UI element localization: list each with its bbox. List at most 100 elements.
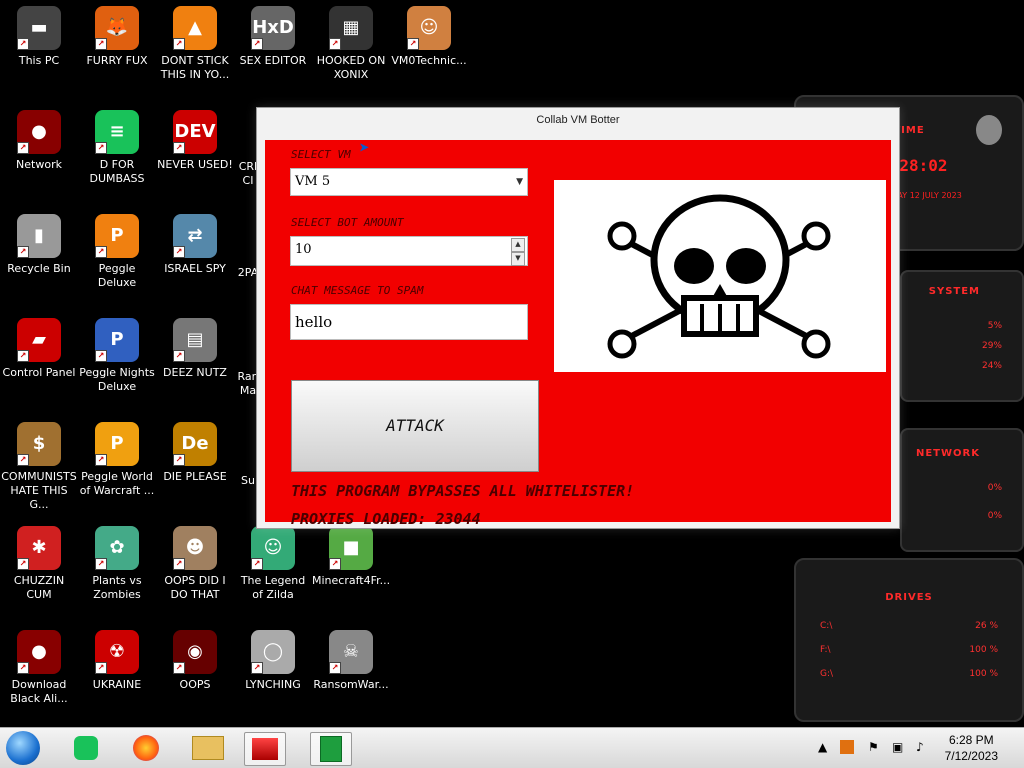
desktop-app-icon: ● ↗ xyxy=(17,630,61,674)
shortcut-arrow-icon: ↗ xyxy=(173,246,185,258)
shortcut-arrow-icon: ↗ xyxy=(407,38,419,50)
desktop-icon[interactable]: ▬ ↗ This PC xyxy=(0,6,78,68)
desktop-app-icon: ✿ ↗ xyxy=(95,526,139,570)
desktop-icon[interactable]: ☻ ↗ OOPS DID I DO THAT xyxy=(156,526,234,602)
collab-vm-botter-window[interactable]: Collab VM Botter SELECT VM ➤ VM 5 ▼ SELE… xyxy=(256,107,900,529)
desktop-icon[interactable]: 🦊 ↗ FURRY FUX xyxy=(78,6,156,68)
drive-row: C:\ 26 % xyxy=(796,621,1022,631)
shortcut-arrow-icon: ↗ xyxy=(173,558,185,570)
folder-icon xyxy=(192,736,224,760)
desktop-app-icon: ● ↗ xyxy=(17,110,61,154)
desktop-app-icon: ☠ ↗ xyxy=(329,630,373,674)
desktop-icon[interactable]: DEV ↗ NEVER USED! xyxy=(156,110,234,172)
desktop-icon[interactable]: ▤ ↗ DEEZ NUTZ xyxy=(156,318,234,380)
chat-message-value: hello xyxy=(295,313,333,331)
bot-amount-label: SELECT BOT AMOUNT xyxy=(291,216,404,229)
desktop-app-icon: ▲ ↗ xyxy=(173,6,217,50)
flag-icon[interactable]: ⚑ xyxy=(868,740,879,754)
desktop-icon[interactable]: ◯ ↗ LYNCHING xyxy=(234,630,312,692)
desktop-icon[interactable]: ✿ ↗ Plants vs Zombies xyxy=(78,526,156,602)
desktop-icon-label: The Legend of Zilda xyxy=(240,574,306,601)
desktop-app-icon: ☺ ↗ xyxy=(251,526,295,570)
desktop-icon[interactable]: ▲ ↗ DONT STICK THIS IN YO... xyxy=(156,6,234,82)
drives-gadget[interactable]: DRIVES C:\ 26 % F:\ 100 % G:\ 100 % xyxy=(794,558,1024,722)
stepper-down-icon[interactable]: ▼ xyxy=(511,252,525,266)
taskbar-app-calculator[interactable] xyxy=(310,732,352,766)
tray-chevron-up-icon[interactable]: ▲ xyxy=(818,740,827,754)
desktop-icon-label: OOPS DID I DO THAT xyxy=(164,574,226,601)
network-value: 0% xyxy=(987,483,1002,493)
desktop-icon[interactable]: ▮ ↗ Recycle Bin xyxy=(0,214,78,276)
desktop-icon[interactable]: $ ↗ COMMUNISTS HATE THIS G... xyxy=(0,422,78,512)
desktop-app-icon: De ↗ xyxy=(173,422,217,466)
shortcut-arrow-icon: ↗ xyxy=(173,350,185,362)
desktop-icon[interactable]: P ↗ Peggle Deluxe xyxy=(78,214,156,290)
skull-crossbones-icon xyxy=(607,194,831,359)
taskbar-app-botter[interactable] xyxy=(244,732,286,766)
desktop-app-icon: ☻ ↗ xyxy=(173,526,217,570)
desktop-icon[interactable]: ▦ ↗ HOOKED ON XONIX xyxy=(312,6,390,82)
desktop-app-icon: ▬ ↗ xyxy=(17,6,61,50)
desktop-icon[interactable]: ☺ ↗ The Legend of Zilda xyxy=(234,526,312,602)
taskbar-app-explorer[interactable] xyxy=(188,732,228,764)
network-gadget[interactable]: NETWORK 0% 0% xyxy=(900,428,1024,552)
desktop-icon-label: OOPS xyxy=(179,678,211,691)
vm-select[interactable]: VM 5 ▼ xyxy=(290,168,528,196)
network-icon[interactable]: ▣ xyxy=(892,740,903,754)
desktop-icon[interactable]: HxD ↗ SEX EDITOR xyxy=(234,6,312,68)
desktop-icon[interactable]: De ↗ DIE PLEASE xyxy=(156,422,234,484)
attack-button[interactable]: ATTACK xyxy=(291,380,539,472)
system-gadget[interactable]: SYSTEM 5% 29% 24% xyxy=(900,270,1024,402)
window-title: Collab VM Botter xyxy=(536,114,620,126)
shortcut-arrow-icon: ↗ xyxy=(251,38,263,50)
drive-usage: 100 % xyxy=(969,645,998,655)
desktop-icon-label: Peggle Nights Deluxe xyxy=(79,366,155,393)
desktop-icon[interactable]: P ↗ Peggle Nights Deluxe xyxy=(78,318,156,394)
system-value: 5% xyxy=(987,321,1002,331)
shortcut-arrow-icon: ↗ xyxy=(95,454,107,466)
desktop-icon-label: HOOKED ON XONIX xyxy=(316,54,386,81)
desktop-icon[interactable]: ☠ ↗ RansomWar... xyxy=(312,630,390,692)
drives-title: DRIVES xyxy=(885,592,933,603)
shortcut-arrow-icon: ↗ xyxy=(17,558,29,570)
taskbar-date: 7/12/2023 xyxy=(944,749,998,763)
desktop-app-icon: 🦊 ↗ xyxy=(95,6,139,50)
tray-app-icon[interactable] xyxy=(840,740,854,754)
select-vm-label: SELECT VM xyxy=(291,148,351,161)
stepper-up-icon[interactable]: ▲ xyxy=(511,238,525,252)
desktop-app-icon: ◉ ↗ xyxy=(173,630,217,674)
desktop-icon[interactable]: ☢ ↗ UKRAINE xyxy=(78,630,156,692)
desktop-icon[interactable]: ■ ↗ Minecraft4Fr... xyxy=(312,526,390,588)
taskbar: ▲ ⚑ ▣ ♪ 6:28 PM 7/12/2023 xyxy=(0,727,1024,768)
desktop-icon[interactable]: ✱ ↗ CHUZZIN CUM xyxy=(0,526,78,602)
bot-amount-stepper[interactable]: 10 ▲ ▼ xyxy=(290,236,528,266)
desktop-icon[interactable]: ● ↗ Download Black Ali... xyxy=(0,630,78,706)
desktop-icon-label: Ma xyxy=(239,384,257,397)
chat-message-input[interactable]: hello xyxy=(290,304,528,340)
desktop-icon[interactable]: P ↗ Peggle World of Warcraft ... xyxy=(78,422,156,498)
desktop-icon-label: Peggle Deluxe xyxy=(97,262,137,289)
desktop-app-icon: ▮ ↗ xyxy=(17,214,61,258)
shortcut-arrow-icon: ↗ xyxy=(17,246,29,258)
desktop-icon-label: CRI xyxy=(238,160,258,173)
chevron-down-icon[interactable]: ▼ xyxy=(516,169,523,195)
taskbar-clock[interactable]: 6:28 PM 7/12/2023 xyxy=(945,732,998,764)
desktop-icon[interactable]: ◉ ↗ OOPS xyxy=(156,630,234,692)
desktop-icon[interactable]: ≡ ↗ D FOR DUMBASS xyxy=(78,110,156,186)
desktop-icon-label: SEX EDITOR xyxy=(239,54,307,67)
desktop-app-icon: $ ↗ xyxy=(17,422,61,466)
start-button[interactable] xyxy=(6,731,40,765)
desktop-icon[interactable]: ☺ ↗ VM0Technic... xyxy=(390,6,468,68)
drive-name: G:\ xyxy=(820,669,834,679)
desktop-icon-label: RansomWar... xyxy=(313,678,389,691)
desktop-icon-label: Recycle Bin xyxy=(7,262,71,275)
taskbar-app-feedback[interactable] xyxy=(66,732,106,764)
desktop-icon[interactable]: ● ↗ Network xyxy=(0,110,78,172)
bypass-text: THIS PROGRAM BYPASSES ALL WHITELISTER! xyxy=(291,482,635,500)
taskbar-app-firefox[interactable] xyxy=(126,732,166,764)
drive-row: F:\ 100 % xyxy=(796,645,1022,655)
desktop-icon[interactable]: ⇄ ↗ ISRAEL SPY xyxy=(156,214,234,276)
desktop-icon[interactable]: ▰ ↗ Control Panel xyxy=(0,318,78,380)
volume-icon[interactable]: ♪ xyxy=(916,740,924,754)
shortcut-arrow-icon: ↗ xyxy=(17,350,29,362)
